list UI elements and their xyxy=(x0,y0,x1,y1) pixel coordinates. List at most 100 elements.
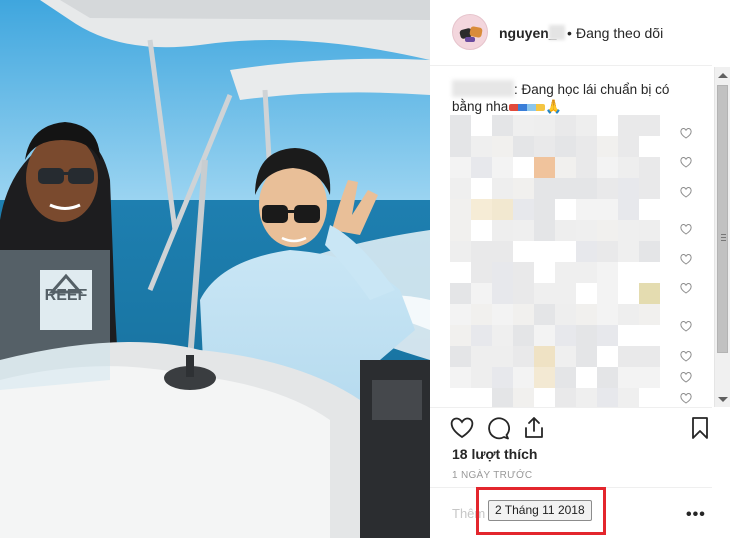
redaction-pixel xyxy=(492,178,513,199)
comment-like-heart-icon[interactable] xyxy=(680,128,692,139)
share-icon[interactable] xyxy=(522,416,546,440)
redaction-pixel xyxy=(597,262,618,283)
redaction-pixel xyxy=(534,325,555,346)
redaction-pixel xyxy=(492,220,513,241)
redaction-pixel xyxy=(450,199,471,220)
redaction-pixel xyxy=(618,367,639,388)
comments-scrollbar[interactable] xyxy=(714,67,730,407)
following-button[interactable]: Đang theo dõi xyxy=(576,25,663,41)
scroll-down-arrow-icon[interactable] xyxy=(718,397,728,402)
emoji-strip-icon xyxy=(509,103,546,111)
redaction-pixel xyxy=(513,262,534,283)
redaction-pixel xyxy=(576,199,597,220)
redaction-pixel xyxy=(471,346,492,367)
comment-bubble-icon[interactable] xyxy=(486,416,510,440)
redaction-pixel xyxy=(597,283,618,304)
redaction-pixel xyxy=(576,157,597,178)
redaction-pixel xyxy=(555,157,576,178)
action-bar xyxy=(430,407,712,447)
redaction-pixel xyxy=(492,367,513,388)
comment-like-heart-icon[interactable] xyxy=(680,187,692,198)
redaction-pixel xyxy=(450,283,471,304)
redaction-pixel xyxy=(513,178,534,199)
redaction-pixel xyxy=(555,115,576,136)
bookmark-icon[interactable] xyxy=(688,416,712,440)
username-redaction xyxy=(549,25,565,40)
redaction-pixel xyxy=(597,136,618,157)
redaction-pixel xyxy=(450,220,471,241)
redaction-pixel xyxy=(471,199,492,220)
redaction-pixel xyxy=(534,136,555,157)
redaction-pixel xyxy=(597,157,618,178)
redaction-pixel xyxy=(555,136,576,157)
redaction-pixel xyxy=(576,178,597,199)
comment-like-heart-icon[interactable] xyxy=(680,283,692,294)
redaction-pixel xyxy=(597,388,618,407)
redaction-pixel xyxy=(576,115,597,136)
redaction-pixel xyxy=(471,157,492,178)
redaction-pixel xyxy=(450,367,471,388)
redaction-pixel xyxy=(597,241,618,262)
redaction-pixel xyxy=(492,262,513,283)
comment-like-heart-icon[interactable] xyxy=(680,157,692,168)
redaction-pixel xyxy=(534,220,555,241)
redaction-pixel xyxy=(576,220,597,241)
redaction-pixel xyxy=(618,304,639,325)
redaction-pixel xyxy=(492,115,513,136)
redaction-pixel xyxy=(618,346,639,367)
avatar[interactable] xyxy=(452,14,488,50)
blurred-comments xyxy=(450,115,660,407)
redaction-pixel xyxy=(450,178,471,199)
redaction-pixel xyxy=(639,241,660,262)
redaction-pixel xyxy=(492,388,513,407)
redaction-pixel xyxy=(513,283,534,304)
redaction-pixel xyxy=(513,199,534,220)
redaction-pixel xyxy=(576,325,597,346)
comment-like-heart-icon[interactable] xyxy=(680,254,692,265)
redaction-pixel xyxy=(555,283,576,304)
scroll-up-arrow-icon[interactable] xyxy=(718,73,728,78)
redaction-pixel xyxy=(450,241,471,262)
redaction-pixel xyxy=(492,199,513,220)
redaction-pixel xyxy=(639,304,660,325)
redaction-pixel xyxy=(618,136,639,157)
comments-list[interactable]: : Đang học lái chuẩn bị có bằng nha 🙏 xyxy=(430,67,730,407)
comment-like-heart-icon[interactable] xyxy=(680,224,692,235)
redaction-pixel xyxy=(534,367,555,388)
redaction-pixel xyxy=(492,241,513,262)
redaction-pixel xyxy=(618,157,639,178)
redaction-pixel xyxy=(555,367,576,388)
redaction-pixel xyxy=(534,157,555,178)
redaction-pixel xyxy=(471,367,492,388)
comment-like-heart-icon[interactable] xyxy=(680,321,692,332)
post-photo[interactable]: REEF xyxy=(0,0,430,538)
redaction-pixel xyxy=(471,283,492,304)
redaction-pixel xyxy=(534,283,555,304)
redaction-pixel xyxy=(576,346,597,367)
post-time-ago[interactable]: 1 NGÀY TRƯỚC xyxy=(452,470,532,481)
comment-like-heart-icon[interactable] xyxy=(680,393,692,404)
likes-count[interactable]: 18 lượt thích xyxy=(452,446,537,462)
redaction-pixel xyxy=(513,346,534,367)
redaction-pixel xyxy=(471,304,492,325)
redaction-pixel xyxy=(513,136,534,157)
more-options-icon[interactable]: ••• xyxy=(686,506,706,524)
redaction-pixel xyxy=(492,325,513,346)
redaction-pixel xyxy=(492,304,513,325)
username-link[interactable]: nguyen_ xyxy=(499,25,557,41)
redaction-pixel xyxy=(576,262,597,283)
redaction-pixel xyxy=(534,199,555,220)
redaction-pixel xyxy=(639,367,660,388)
like-heart-icon[interactable] xyxy=(450,416,474,440)
redaction-pixel xyxy=(513,388,534,407)
redaction-pixel xyxy=(639,346,660,367)
redaction-pixel xyxy=(513,220,534,241)
redaction-pixel xyxy=(471,325,492,346)
redaction-pixel xyxy=(450,136,471,157)
post-details-panel: nguyen_ • Đang theo dõi : Đang học lái c… xyxy=(430,0,730,538)
scrollbar-thumb[interactable] xyxy=(717,85,728,353)
redaction-pixel xyxy=(534,115,555,136)
comment-like-heart-icon[interactable] xyxy=(680,351,692,362)
comment-like-heart-icon[interactable] xyxy=(680,372,692,383)
date-tooltip: 2 Tháng 11 2018 xyxy=(488,500,592,521)
